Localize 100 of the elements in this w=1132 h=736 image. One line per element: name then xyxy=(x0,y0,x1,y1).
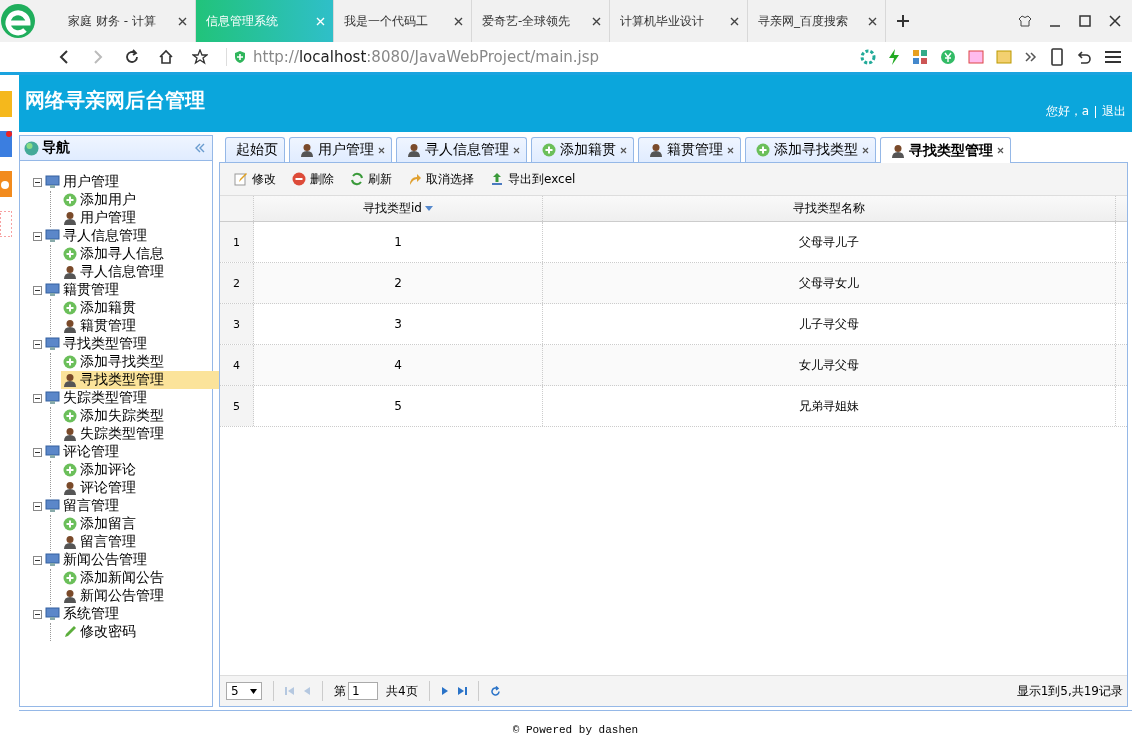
shirt-icon[interactable] xyxy=(1018,14,1032,28)
tab[interactable]: 籍贯管理 xyxy=(638,137,741,162)
tree-node[interactable]: 评论管理 xyxy=(33,443,212,461)
tree-item[interactable]: 新闻公告管理 xyxy=(61,587,221,605)
add-icon xyxy=(63,355,77,369)
reload-icon[interactable] xyxy=(124,49,140,65)
person-icon xyxy=(63,427,77,441)
close-icon[interactable] xyxy=(727,146,734,154)
collapse-toggle-icon[interactable] xyxy=(33,501,42,511)
tree-node[interactable]: 系统管理 xyxy=(33,605,212,623)
table-cell: 兄弟寻姐妹 xyxy=(543,386,1116,426)
phone-icon[interactable] xyxy=(1050,48,1064,66)
toolbar-button[interactable]: 刷新 xyxy=(344,168,398,190)
tree-item[interactable]: 籍贯管理 xyxy=(61,317,221,335)
tree-node[interactable]: 用户管理 xyxy=(33,173,212,191)
tree-item[interactable]: 添加寻找类型 xyxy=(61,353,221,371)
lightning-icon[interactable] xyxy=(888,49,900,65)
add-icon xyxy=(756,143,770,157)
close-icon[interactable] xyxy=(378,146,385,154)
close-icon[interactable] xyxy=(862,146,869,154)
toolbar-button[interactable]: 修改 xyxy=(228,168,282,190)
column-header[interactable]: 寻找类型名称 xyxy=(543,196,1116,221)
tab[interactable]: 添加籍贯 xyxy=(531,137,634,162)
collapse-toggle-icon[interactable] xyxy=(33,555,42,565)
tab[interactable]: 起始页 xyxy=(225,137,285,162)
tab[interactable]: 添加寻找类型 xyxy=(745,137,876,162)
tab[interactable]: 寻人信息管理 xyxy=(396,137,527,162)
close-icon[interactable] xyxy=(620,146,627,154)
add-icon xyxy=(63,571,77,585)
tree-item[interactable]: 评论管理 xyxy=(61,479,221,497)
close-icon[interactable] xyxy=(997,147,1004,154)
footer-text: © Powered by dashen xyxy=(512,724,639,736)
person-icon xyxy=(63,211,77,225)
toolbar-button[interactable]: 取消选择 xyxy=(402,168,480,190)
grid-icon[interactable] xyxy=(912,49,928,65)
tree-node[interactable]: 新闻公告管理 xyxy=(33,551,212,569)
tree-node[interactable]: 寻人信息管理 xyxy=(33,227,212,245)
monitor-icon xyxy=(45,445,60,459)
export-icon xyxy=(490,172,504,186)
more-icon[interactable] xyxy=(1024,50,1038,64)
tree-item[interactable]: 寻找类型管理 xyxy=(61,371,221,389)
row-number: 3 xyxy=(220,304,254,344)
tree-item[interactable]: 用户管理 xyxy=(61,209,221,227)
next-page-icon[interactable] xyxy=(440,686,449,696)
tree-item[interactable]: 添加失踪类型 xyxy=(61,407,221,425)
tree-item[interactable]: 失踪类型管理 xyxy=(61,425,221,443)
add-icon xyxy=(63,409,77,423)
tree-item[interactable]: 留言管理 xyxy=(61,533,221,551)
tree-node[interactable]: 寻找类型管理 xyxy=(33,335,212,353)
refresh-icon[interactable] xyxy=(489,685,501,697)
last-page-icon[interactable] xyxy=(456,686,467,696)
table-cell: 5 xyxy=(254,386,543,426)
maximize-icon[interactable] xyxy=(1078,14,1092,28)
tab[interactable]: 用户管理 xyxy=(289,137,392,162)
column-header[interactable]: 寻找类型id xyxy=(254,196,543,221)
table-cell: 4 xyxy=(254,345,543,385)
person-icon xyxy=(63,481,77,495)
tree-item[interactable]: 添加籍贯 xyxy=(61,299,221,317)
page-size-select[interactable]: 5 xyxy=(226,682,262,700)
toolbar-button[interactable]: 删除 xyxy=(286,168,340,190)
toolbar-button[interactable]: 导出到excel xyxy=(484,168,582,190)
collapse-toggle-icon[interactable] xyxy=(33,447,42,457)
nav-title: 导航 xyxy=(42,139,70,157)
tree-node[interactable]: 留言管理 xyxy=(33,497,212,515)
tree-item[interactable]: 寻人信息管理 xyxy=(61,263,221,281)
collapse-toggle-icon[interactable] xyxy=(33,177,42,187)
menu-icon[interactable] xyxy=(1104,49,1122,65)
person-icon xyxy=(407,143,421,157)
table-cell: 2 xyxy=(254,263,543,303)
url-text[interactable]: http://localhost:8080/JavaWebProject/main.jsp xyxy=(253,48,600,66)
page-input[interactable]: 1 xyxy=(348,682,378,700)
close-icon[interactable] xyxy=(513,146,520,154)
row-number: 5 xyxy=(220,386,254,426)
close-icon[interactable] xyxy=(730,16,739,26)
close-icon[interactable] xyxy=(178,16,187,26)
close-icon[interactable] xyxy=(1108,14,1122,28)
person-icon xyxy=(63,265,77,279)
caret-icon xyxy=(250,688,257,694)
home-icon[interactable] xyxy=(158,49,174,65)
close-icon[interactable] xyxy=(454,16,463,26)
close-icon[interactable] xyxy=(868,16,877,26)
person-icon xyxy=(63,319,77,333)
collapse-toggle-icon[interactable] xyxy=(33,231,42,241)
tree-item[interactable]: 添加新闻公告 xyxy=(61,569,221,587)
tree-item[interactable]: 修改密码 xyxy=(61,623,221,641)
collapse-icon[interactable] xyxy=(194,142,206,154)
close-icon[interactable] xyxy=(592,16,601,26)
tab[interactable]: 寻找类型管理 xyxy=(880,137,1011,163)
tree-item[interactable]: 添加留言 xyxy=(61,515,221,533)
tree-item[interactable]: 添加用户 xyxy=(61,191,221,209)
tree-node[interactable]: 籍贯管理 xyxy=(33,281,212,299)
new-tab-icon[interactable] xyxy=(896,14,910,28)
undo-icon[interactable] xyxy=(1076,49,1092,65)
tree-item[interactable]: 添加评论 xyxy=(61,461,221,479)
tree-item[interactable]: 添加寻人信息 xyxy=(61,245,221,263)
tree-node[interactable]: 失踪类型管理 xyxy=(33,389,212,407)
collapse-toggle-icon[interactable] xyxy=(33,393,42,403)
collapse-toggle-icon[interactable] xyxy=(33,285,42,295)
collapse-toggle-icon[interactable] xyxy=(33,339,42,349)
collapse-toggle-icon[interactable] xyxy=(33,609,42,619)
